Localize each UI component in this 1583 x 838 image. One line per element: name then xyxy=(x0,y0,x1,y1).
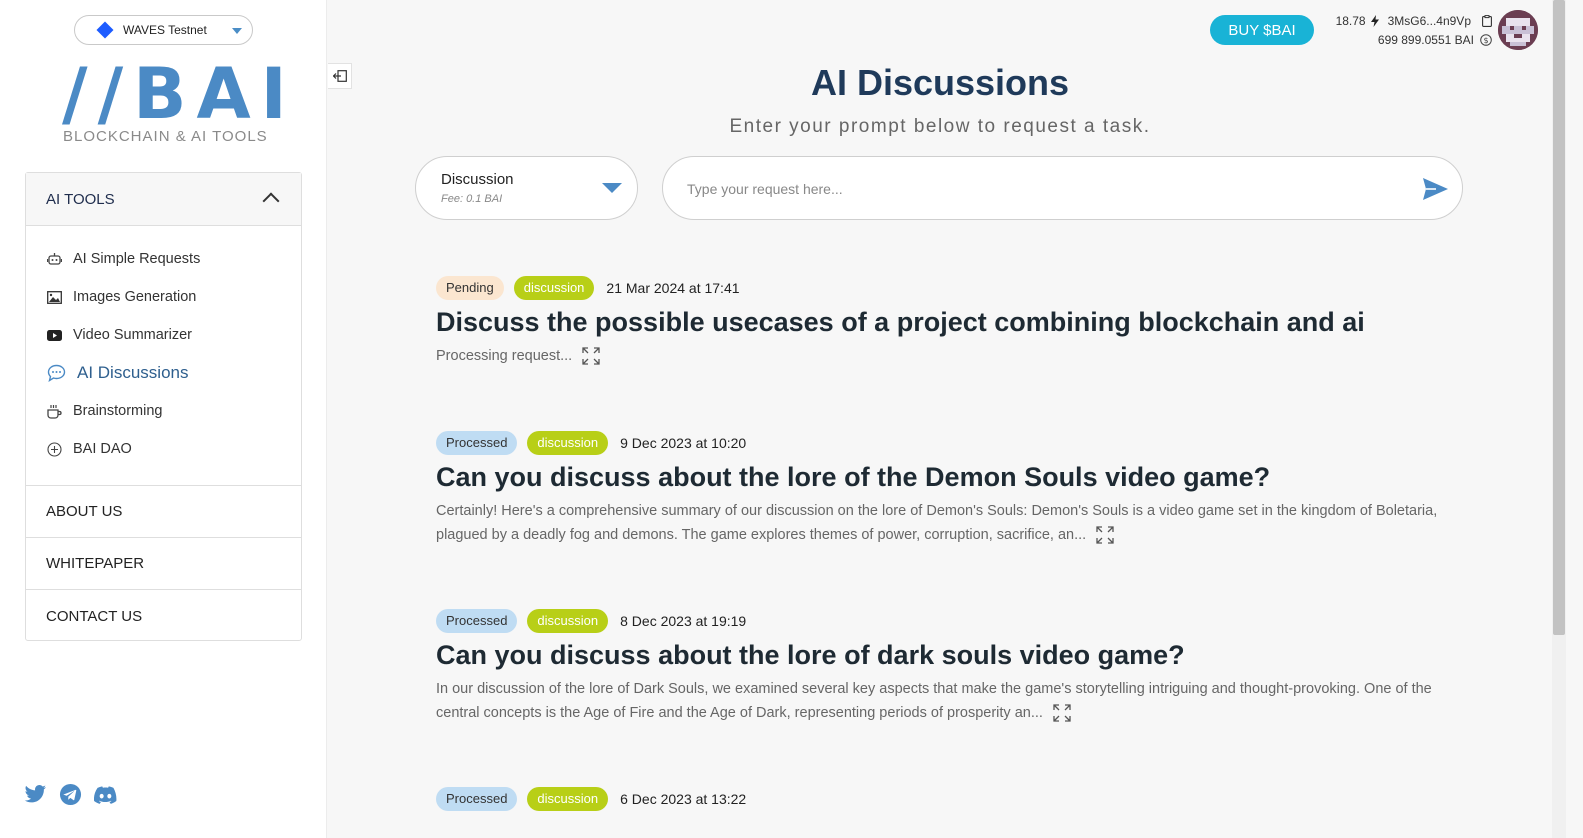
sidebar-item-ai-discussions[interactable]: AI Discussions xyxy=(26,354,301,392)
sidebar: WAVES Testnet //BAI BLOCKCHAIN & AI TOOL… xyxy=(0,0,327,838)
scrollbar-thumb[interactable] xyxy=(1553,0,1565,635)
send-button[interactable] xyxy=(1420,174,1450,204)
item-date: 8 Dec 2023 at 19:19 xyxy=(620,612,747,629)
chevron-up-icon xyxy=(262,192,280,210)
wallet-info: 18.78 3MsG6...4n9Vp 699 899.0551 BAI $ xyxy=(1322,12,1492,50)
avatar[interactable] xyxy=(1498,10,1538,50)
about-us-link[interactable]: ABOUT US xyxy=(26,486,301,538)
telegram-icon[interactable] xyxy=(59,783,82,806)
item-date: 6 Dec 2023 at 13:22 xyxy=(620,790,747,807)
waves-balance: 18.78 xyxy=(1335,14,1366,28)
network-label: WAVES Testnet xyxy=(123,23,207,37)
type-badge: discussion xyxy=(513,275,595,300)
waves-diamond-icon xyxy=(96,21,114,39)
social-links xyxy=(24,783,117,806)
coin-icon: $ xyxy=(1480,34,1492,46)
plus-circle-icon xyxy=(46,441,62,457)
copy-icon[interactable] xyxy=(1482,15,1492,27)
ai-tools-header[interactable]: AI TOOLS xyxy=(26,173,301,226)
coffee-icon xyxy=(46,403,62,419)
list-item: Processed discussion 6 Dec 2023 at 13:22 xyxy=(436,786,1446,818)
list-item: Pending discussion 21 Mar 2024 at 17:41 … xyxy=(436,275,1446,368)
task-type-select[interactable]: Discussion Fee: 0.1 BAI xyxy=(415,156,638,220)
twitter-icon[interactable] xyxy=(24,783,47,806)
item-title[interactable]: Can you discuss about the lore of the De… xyxy=(436,462,1446,493)
sidebar-menu: AI TOOLS AI Simple Requests Images Gener… xyxy=(25,172,302,641)
status-badge: Processed xyxy=(436,430,518,455)
item-summary: Processing request... xyxy=(436,348,573,364)
type-badge: discussion xyxy=(527,786,609,811)
task-fee: Fee: 0.1 BAI xyxy=(441,193,503,205)
whitepaper-link[interactable]: WHITEPAPER xyxy=(26,538,301,590)
logo-mark: //BAI xyxy=(62,53,297,135)
send-icon xyxy=(1423,178,1448,200)
prompt-input[interactable] xyxy=(687,175,1387,203)
type-badge: discussion xyxy=(527,430,609,455)
expand-icon[interactable] xyxy=(1053,704,1071,722)
status-badge: Processed xyxy=(436,608,518,633)
buy-bai-button[interactable]: BUY $BAI xyxy=(1210,15,1314,45)
lightning-icon xyxy=(1370,15,1379,27)
list-item: Processed discussion 8 Dec 2023 at 19:19… xyxy=(436,608,1446,725)
contact-us-link[interactable]: CONTACT US xyxy=(26,590,301,642)
logo-subtitle: BLOCKCHAIN & AI TOOLS xyxy=(63,128,268,145)
sign-out-icon xyxy=(332,70,347,82)
item-summary: In our discussion of the lore of Dark So… xyxy=(436,681,1432,721)
youtube-icon xyxy=(46,327,62,343)
image-icon xyxy=(46,289,62,305)
item-summary: Certainly! Here's a comprehensive summar… xyxy=(436,503,1438,543)
sidebar-item-label: Images Generation xyxy=(73,289,197,305)
status-badge: Pending xyxy=(436,275,504,300)
sidebar-item-video-summarizer[interactable]: Video Summarizer xyxy=(26,316,301,354)
sidebar-item-brainstorming[interactable]: Brainstorming xyxy=(26,392,301,430)
page-subtitle: Enter your prompt below to request a tas… xyxy=(729,116,1151,137)
sidebar-item-label: Video Summarizer xyxy=(73,327,193,343)
page-scrollbar[interactable] xyxy=(1552,0,1566,838)
caret-down-icon xyxy=(232,28,242,34)
list-item: Processed discussion 9 Dec 2023 at 10:20… xyxy=(436,430,1446,547)
status-badge: Processed xyxy=(436,786,518,811)
sidebar-item-label: AI Simple Requests xyxy=(73,251,201,267)
item-date: 9 Dec 2023 at 10:20 xyxy=(620,434,747,451)
ai-tools-header-label: AI TOOLS xyxy=(46,190,115,208)
sidebar-item-label: Brainstorming xyxy=(73,403,163,419)
robot-icon xyxy=(46,251,62,267)
logo[interactable]: //BAI BLOCKCHAIN & AI TOOLS xyxy=(62,58,287,148)
tools-list: AI Simple Requests Images Generation Vid… xyxy=(26,226,301,486)
item-date: 21 Mar 2024 at 17:41 xyxy=(606,279,740,296)
dropdown-triangle-icon xyxy=(602,183,622,193)
type-badge: discussion xyxy=(527,608,609,633)
collapse-sidebar-button[interactable] xyxy=(328,63,352,89)
item-title[interactable]: Discuss the possible usecases of a proje… xyxy=(436,307,1446,338)
wallet-address[interactable]: 3MsG6...4n9Vp xyxy=(1388,14,1471,28)
sidebar-item-label: AI Discussions xyxy=(77,363,189,382)
sidebar-item-label: BAI DAO xyxy=(73,441,132,457)
chat-icon xyxy=(46,363,66,383)
network-selector[interactable]: WAVES Testnet xyxy=(74,15,253,45)
expand-icon[interactable] xyxy=(1096,526,1114,544)
discord-icon[interactable] xyxy=(94,783,117,806)
sidebar-item-ai-simple-requests[interactable]: AI Simple Requests xyxy=(26,240,301,278)
svg-text:$: $ xyxy=(1483,36,1488,45)
item-title[interactable]: Can you discuss about the lore of dark s… xyxy=(436,640,1446,671)
sidebar-item-images-generation[interactable]: Images Generation xyxy=(26,278,301,316)
bai-balance: 699 899.0551 BAI xyxy=(1377,33,1474,47)
page-title: AI Discussions xyxy=(810,62,1070,103)
prompt-box xyxy=(662,156,1463,220)
expand-icon[interactable] xyxy=(582,347,600,365)
sidebar-item-bai-dao[interactable]: BAI DAO xyxy=(26,430,301,468)
